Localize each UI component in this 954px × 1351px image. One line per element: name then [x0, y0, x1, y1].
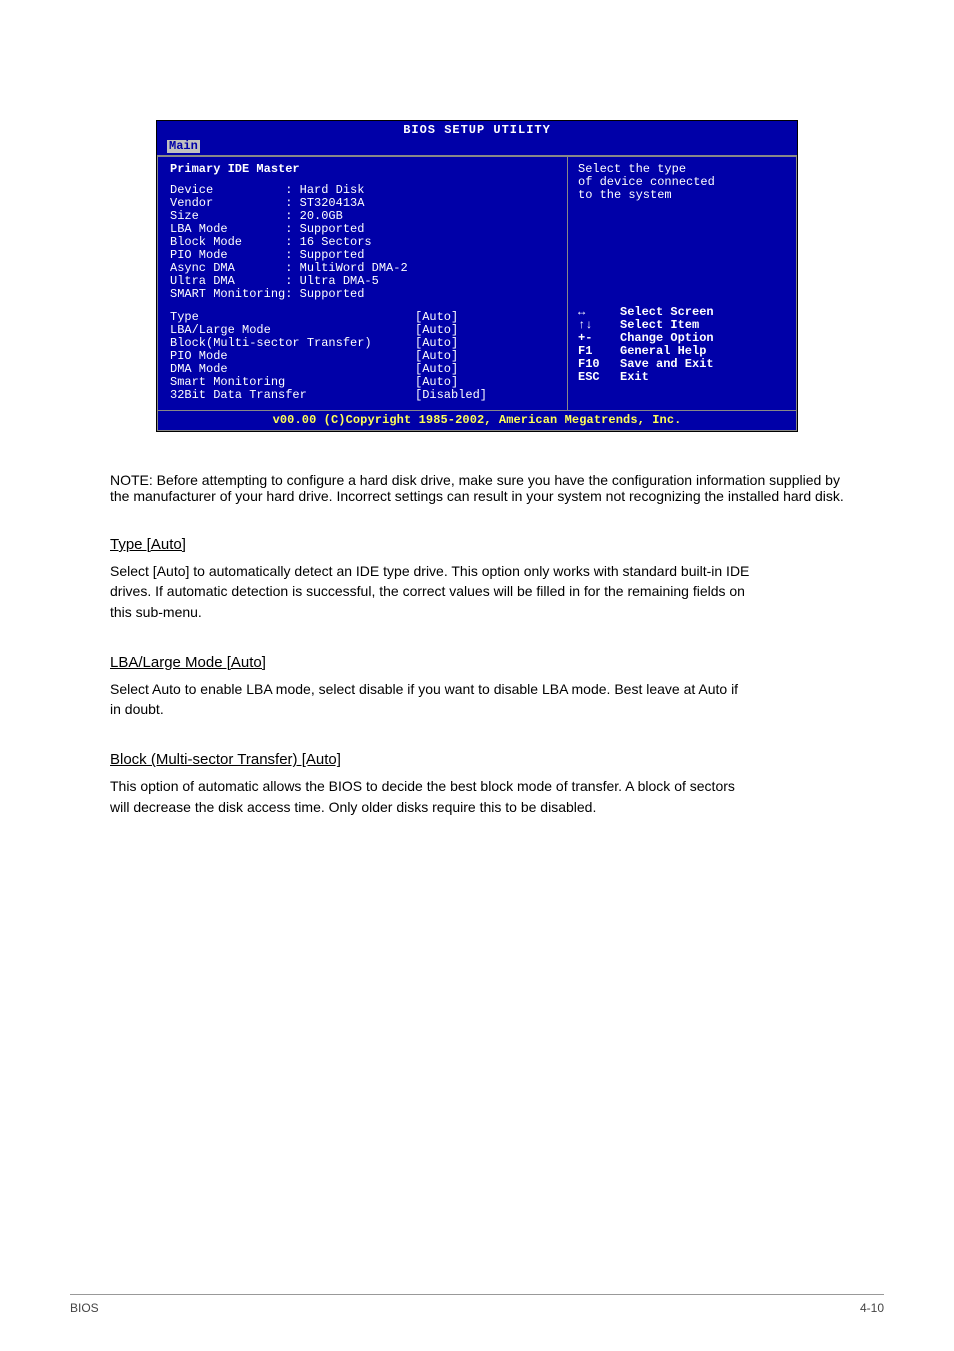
bios-tabbar: Main	[157, 138, 797, 155]
note-paragraph: NOTE: Before attempting to configure a h…	[110, 472, 844, 504]
bios-nav-help: ↔Select Screen ↑↓Select Item +-Change Op…	[578, 306, 788, 384]
bios-left-pane: Primary IDE Master Device : Hard Disk Ve…	[157, 156, 567, 411]
bios-section-heading: Primary IDE Master	[170, 163, 559, 176]
option-row[interactable]: 32Bit Data Transfer[Disabled]	[170, 389, 559, 402]
bios-title: BIOS SETUP UTILITY	[157, 121, 797, 138]
footer-left: BIOS	[70, 1301, 99, 1315]
section-body: Select [Auto] to automatically detect an…	[110, 561, 750, 622]
section-heading: Block (Multi-sector Transfer) [Auto]	[110, 751, 844, 768]
info-row: SMART Monitoring: Supported	[170, 288, 559, 301]
options-list: Type[Auto] LBA/Large Mode[Auto] Block(Mu…	[170, 311, 559, 402]
option-row[interactable]: Block(Multi-sector Transfer)[Auto]	[170, 337, 559, 350]
option-row[interactable]: PIO Mode[Auto]	[170, 350, 559, 363]
device-info-list: Device : Hard Disk Vendor : ST320413A Si…	[170, 184, 559, 301]
page: BIOS SETUP UTILITY Main Primary IDE Mast…	[0, 0, 954, 857]
bios-body: Primary IDE Master Device : Hard Disk Ve…	[157, 155, 797, 411]
page-footer: BIOS 4-10	[70, 1294, 884, 1315]
footer-right: 4-10	[860, 1301, 884, 1315]
section-body: Select Auto to enable LBA mode, select d…	[110, 679, 750, 720]
bios-right-pane: Select the type of device connected to t…	[567, 156, 797, 411]
section-body: This option of automatic allows the BIOS…	[110, 776, 750, 817]
section-heading: LBA/Large Mode [Auto]	[110, 654, 844, 671]
section-heading: Type [Auto]	[110, 536, 844, 553]
nav-row: ESCExit	[578, 371, 788, 384]
bios-tab-main[interactable]: Main	[167, 140, 200, 153]
bios-footer: v00.00 (C)Copyright 1985-2002, American …	[157, 411, 797, 431]
nav-row: F10Save and Exit	[578, 358, 788, 371]
bios-help-text: Select the type of device connected to t…	[578, 163, 788, 202]
bios-screenshot: BIOS SETUP UTILITY Main Primary IDE Mast…	[156, 120, 798, 432]
